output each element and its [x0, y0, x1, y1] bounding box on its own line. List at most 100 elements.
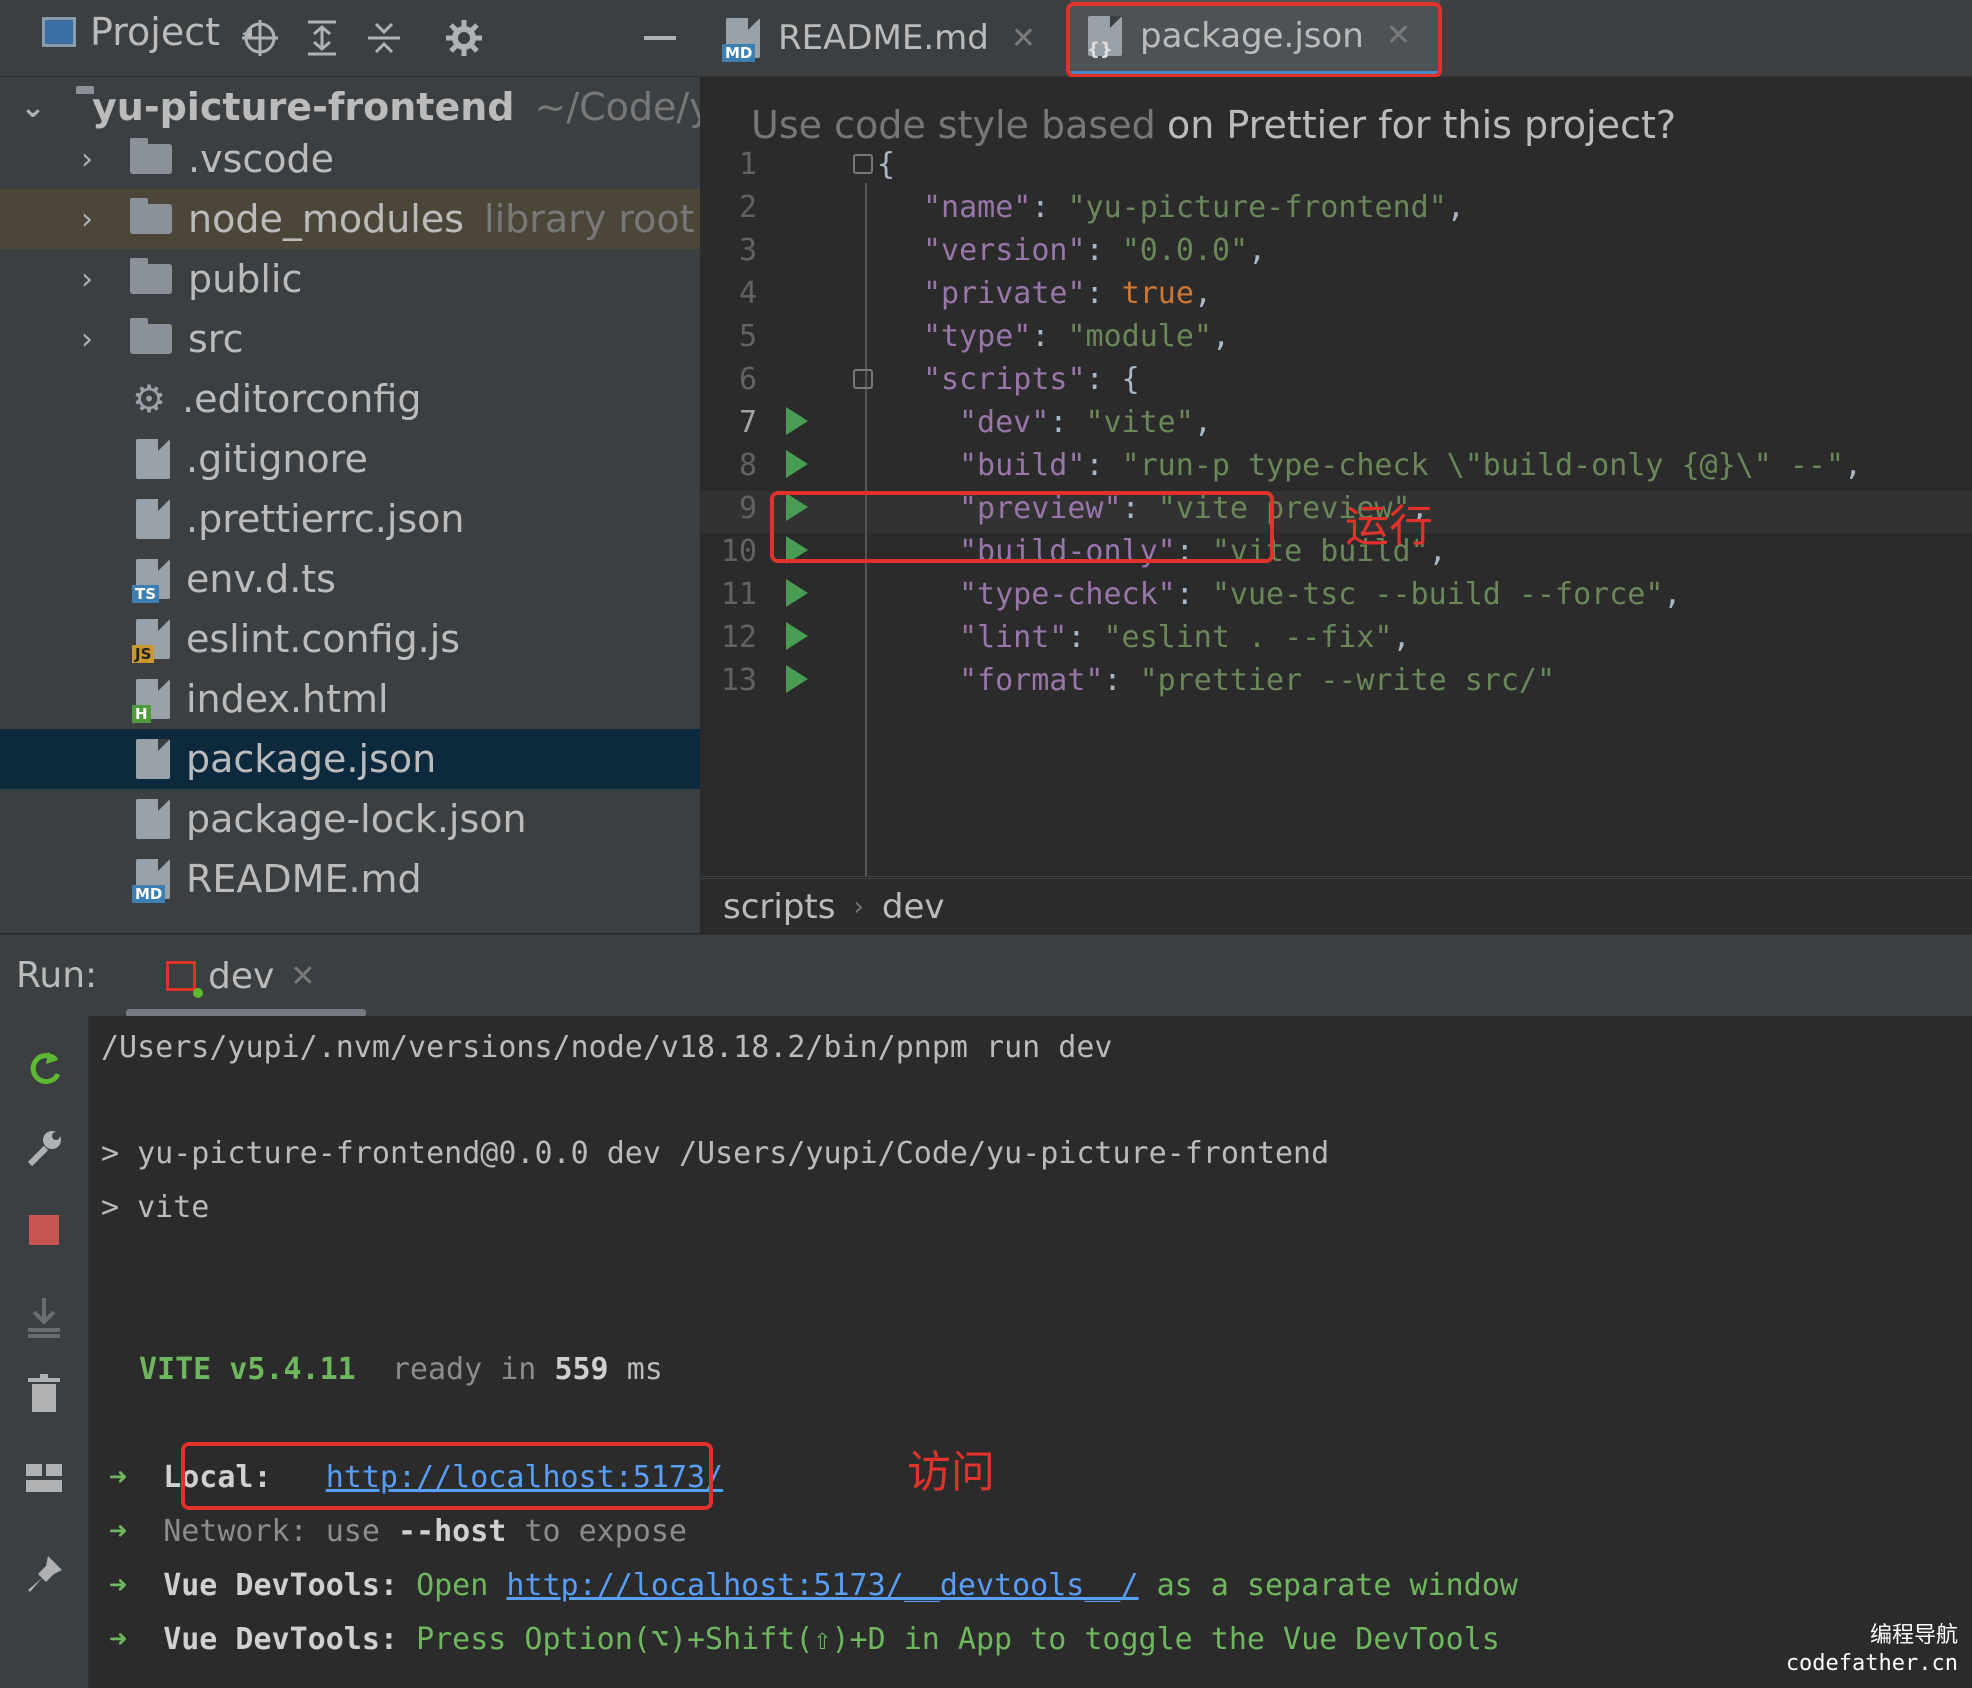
tree-item-gitignore[interactable]: .gitignore — [0, 429, 700, 489]
markdown-file-icon: MD — [132, 859, 170, 903]
run-script-icon[interactable] — [786, 622, 808, 650]
breadcrumb-separator: › — [853, 892, 864, 922]
fold-icon[interactable] — [853, 369, 873, 389]
root-path: ~/Code/yu-picture-frontend — [534, 85, 700, 129]
tree-item-node-modules[interactable]: › node_modules library root — [0, 189, 700, 249]
tree-item-readme[interactable]: MD README.md — [0, 849, 700, 909]
run-tab-label: dev — [208, 955, 275, 997]
tree-item-public[interactable]: › public — [0, 249, 700, 309]
gitignore-file-icon — [136, 439, 170, 479]
close-icon[interactable]: ✕ — [290, 959, 315, 994]
code-line: "private": true, — [923, 276, 1212, 311]
tree-item-prettierrc[interactable]: .prettierrc.json — [0, 489, 700, 549]
layout-icon[interactable] — [16, 1450, 72, 1506]
line-number: 13 — [720, 663, 757, 698]
npm-icon — [166, 961, 203, 998]
locate-icon[interactable] — [236, 14, 284, 62]
stop-icon[interactable] — [16, 1202, 72, 1258]
line-number: 10 — [720, 534, 757, 569]
folder-icon — [130, 138, 172, 174]
json-file-icon — [136, 739, 170, 779]
folder-icon — [130, 198, 172, 234]
run-script-icon[interactable] — [786, 407, 808, 435]
annotation-run: 运行 — [1345, 501, 1433, 552]
run-tab-dev[interactable]: dev ✕ — [126, 935, 315, 1017]
project-tree: ⌄ yu-picture-frontend ~/Code/yu-picture-… — [0, 77, 700, 933]
tree-item-vscode[interactable]: › .vscode — [0, 129, 700, 189]
folder-icon — [130, 258, 172, 294]
tree-item-package-json[interactable]: package.json — [0, 729, 700, 789]
breadcrumb: scripts › dev — [701, 878, 1972, 935]
minimize-icon[interactable] — [636, 14, 684, 62]
tree-item-index-html[interactable]: H index.html — [0, 669, 700, 729]
line-number: 9 — [738, 491, 757, 526]
gear-icon: ⚙ — [132, 377, 167, 421]
tree-item-package-lock[interactable]: package-lock.json — [0, 789, 700, 849]
code-line: "type-check": "vue-tsc --build --force", — [959, 577, 1682, 612]
trash-icon[interactable] — [16, 1366, 72, 1422]
chevron-right-icon: › — [81, 321, 93, 357]
console-line: ➜ Vue DevTools: Open http://localhost:51… — [109, 1568, 1518, 1603]
rerun-icon[interactable] — [16, 1040, 72, 1096]
collapse-all-icon[interactable] — [360, 14, 408, 62]
chevron-right-icon: › — [81, 141, 93, 177]
expand-all-icon[interactable] — [298, 14, 346, 62]
run-script-icon[interactable] — [786, 665, 808, 693]
tree-item-src[interactable]: › src — [0, 309, 700, 369]
markdown-file-icon: MD — [722, 18, 760, 62]
arrow-icon: ➜ — [109, 1622, 128, 1657]
line-number: 7 — [738, 405, 757, 440]
run-console[interactable]: /Users/yupi/.nvm/versions/node/v18.18.2/… — [89, 1016, 1972, 1688]
arrow-icon: ➜ — [109, 1460, 128, 1495]
tab-readme[interactable]: MD README.md ✕ — [722, 0, 1036, 76]
code-line: "build": "run-p type-check \"build-only … — [959, 448, 1863, 483]
chevron-down-icon: ⌄ — [20, 89, 46, 125]
wrench-icon[interactable] — [16, 1120, 72, 1176]
run-toolwindow-header: Run: dev ✕ — [0, 934, 1972, 1018]
banner-text: on Prettier for this project? — [1167, 103, 1677, 147]
console-line: ➜ Vue DevTools: Press Option(⌥)+Shift(⇧)… — [109, 1622, 1500, 1657]
code-editor[interactable]: Use code style based on Prettier for thi… — [701, 77, 1972, 877]
line-number: 11 — [720, 577, 757, 612]
code-line: "version": "0.0.0", — [923, 233, 1267, 268]
highlight-box — [770, 491, 1274, 563]
chevron-right-icon: › — [81, 201, 93, 237]
line-number: 12 — [720, 620, 757, 655]
breadcrumb-item[interactable]: scripts — [723, 887, 835, 927]
code-line: { — [877, 147, 896, 182]
tree-item-eslint-config[interactable]: JS eslint.config.js — [0, 609, 700, 669]
tree-root[interactable]: ⌄ yu-picture-frontend ~/Code/yu-picture-… — [0, 77, 700, 137]
console-line: ➜ Network: use --host to expose — [109, 1514, 687, 1549]
pin-icon[interactable] — [16, 1546, 72, 1602]
project-icon — [42, 17, 76, 47]
tree-item-env-d-ts[interactable]: TS env.d.ts — [0, 549, 700, 609]
horizontal-scrollbar[interactable] — [701, 876, 1972, 877]
run-script-icon[interactable] — [786, 579, 808, 607]
close-icon[interactable]: ✕ — [1011, 21, 1036, 56]
chevron-right-icon: › — [81, 261, 93, 297]
gear-icon[interactable] — [440, 14, 488, 62]
scroll-to-end-icon[interactable] — [16, 1288, 72, 1344]
code-line: "lint": "eslint . --fix", — [959, 620, 1411, 655]
code-line: "scripts": { — [923, 362, 1140, 397]
tab-label: README.md — [778, 18, 989, 58]
javascript-file-icon: JS — [132, 619, 170, 663]
breadcrumb-item[interactable]: dev — [882, 887, 945, 927]
fold-icon[interactable] — [853, 154, 873, 174]
console-line: > vite — [101, 1190, 210, 1225]
run-script-icon[interactable] — [786, 450, 808, 478]
tree-item-editorconfig[interactable]: ⚙ .editorconfig — [0, 369, 700, 429]
watermark: 编程导航 codefather.cn — [1785, 1623, 1958, 1676]
project-panel-header: Project ◂ — [0, 0, 700, 77]
prettier-banner[interactable]: Use code style based on Prettier for thi… — [701, 97, 1972, 147]
run-label: Run: — [16, 955, 98, 996]
arrow-icon: ➜ — [109, 1568, 128, 1603]
code-line: "dev": "vite", — [959, 405, 1212, 440]
devtools-url-link[interactable]: http://localhost:5173/__devtools__/ — [506, 1568, 1138, 1603]
banner-hidden-text: Use code style based — [751, 103, 1156, 147]
console-line: > yu-picture-frontend@0.0.0 dev /Users/y… — [101, 1136, 1330, 1171]
line-number: 4 — [738, 276, 757, 311]
arrow-icon: ➜ — [109, 1514, 128, 1549]
run-toolbar — [0, 1016, 89, 1688]
project-view-selector[interactable]: Project ◂ — [42, 10, 252, 54]
